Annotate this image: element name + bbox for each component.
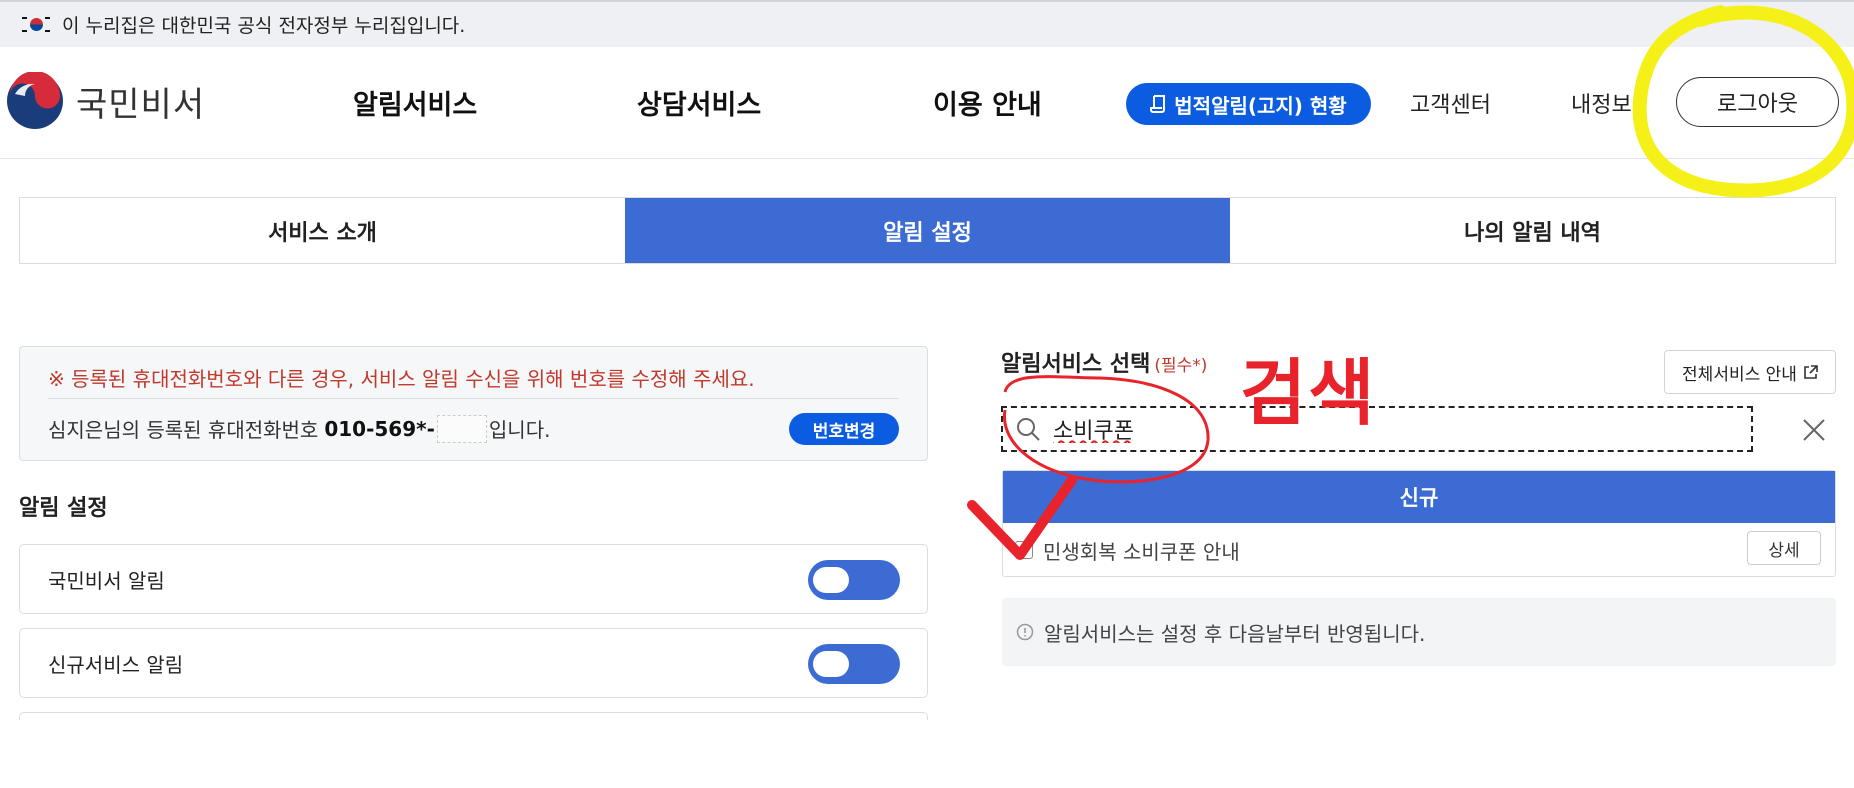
- yellow-highlight-circle: [1632, 5, 1854, 198]
- annotation-overlay: [967, 5, 1854, 560]
- annotation-search-label: 검색: [1240, 351, 1377, 435]
- red-highlight-ellipse: [1002, 375, 1210, 484]
- red-check-mark: [967, 475, 1077, 560]
